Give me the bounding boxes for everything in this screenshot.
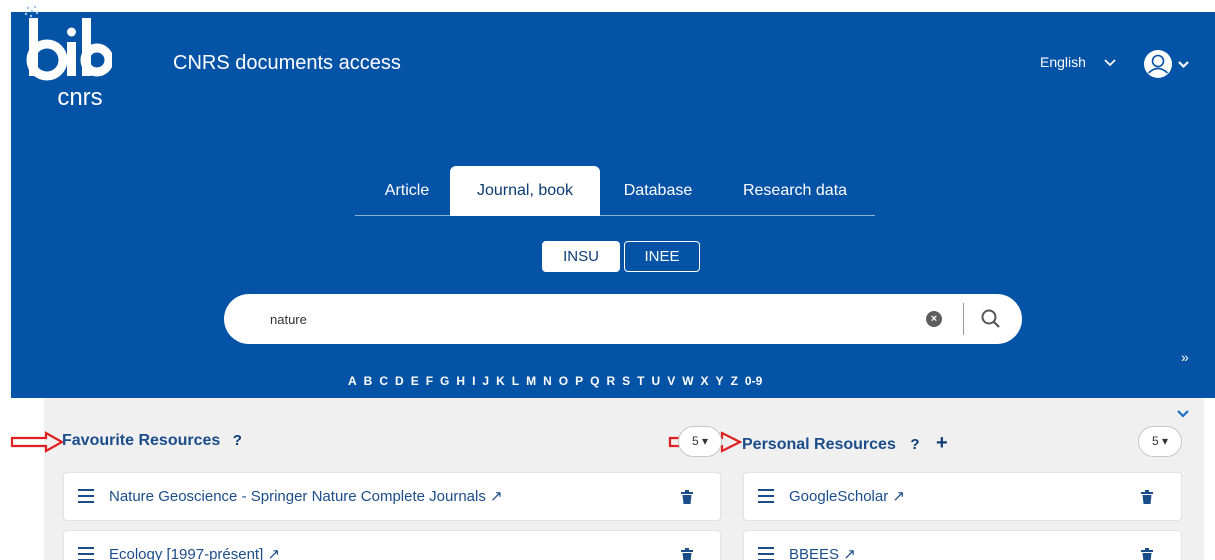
count-value: 5 — [691, 434, 699, 448]
resource-link[interactable]: Ecology [1997-présent] ↗ — [109, 545, 280, 560]
alphabet-letter[interactable]: T — [637, 374, 644, 388]
resource-link[interactable]: Nature Geoscience - Springer Nature Comp… — [109, 487, 503, 505]
favourite-resources-title: Favourite Resources ? — [62, 432, 242, 450]
alphabet-letter[interactable]: D — [395, 374, 404, 388]
resource-label: BBEES — [789, 546, 840, 560]
trash-icon[interactable] — [1141, 490, 1153, 504]
drag-handle-icon[interactable] — [758, 489, 774, 503]
tab-journal-book[interactable]: Journal, book — [450, 166, 600, 216]
external-link-icon: ↗ — [490, 488, 503, 505]
institute-insu-button[interactable]: INSU — [542, 241, 620, 272]
section-title-text: Personal Resources — [742, 436, 896, 453]
annotation-arrow-icon — [10, 431, 64, 453]
resource-label: Nature Geoscience - Springer Nature Comp… — [109, 488, 486, 505]
favourite-help-icon[interactable]: ? — [233, 432, 242, 449]
language-select[interactable]: English — [1040, 54, 1116, 70]
alphabet-letter[interactable]: A — [348, 374, 357, 388]
tab-article[interactable]: Article — [365, 166, 449, 216]
trash-icon[interactable] — [681, 548, 693, 560]
alphabet-letter[interactable]: V — [667, 374, 675, 388]
favourite-resource-card: Ecology [1997-présent] ↗ — [63, 530, 721, 560]
alphabet-letter[interactable]: K — [496, 374, 505, 388]
logo-subtitle: cnrs — [57, 84, 102, 111]
add-resource-icon[interactable]: + — [936, 432, 948, 454]
favourite-resource-card: Nature Geoscience - Springer Nature Comp… — [63, 472, 721, 521]
alphabet-letter[interactable]: N — [543, 374, 552, 388]
personal-resource-card: GoogleScholar ↗ — [743, 472, 1182, 521]
personal-count-select[interactable]: 5 ▾ — [1138, 426, 1182, 457]
favourite-count-select[interactable]: 5 ▾ — [678, 426, 722, 457]
trash-icon[interactable] — [1141, 548, 1153, 560]
search-input[interactable] — [270, 308, 910, 330]
institute-inee-button[interactable]: INEE — [624, 241, 700, 272]
alphabet-letter[interactable]: S — [622, 374, 630, 388]
alphabet-letter[interactable]: I — [472, 374, 475, 388]
alphabet-letter[interactable]: C — [379, 374, 388, 388]
external-link-icon: ↗ — [892, 488, 905, 505]
expand-panel-icon[interactable]: » — [1181, 349, 1189, 365]
personal-help-icon[interactable]: ? — [910, 436, 919, 453]
drag-handle-icon[interactable] — [78, 489, 94, 503]
clear-icon[interactable]: × — [926, 311, 942, 327]
trash-icon[interactable] — [681, 490, 693, 504]
alphabet-letter[interactable]: O — [559, 374, 568, 388]
alphabet-letter[interactable]: M — [526, 374, 536, 388]
resource-label: Ecology [1997-présent] — [109, 546, 264, 560]
chevron-down-icon — [1104, 54, 1116, 70]
alphabet-letter[interactable]: R — [606, 374, 615, 388]
user-circle-icon — [1144, 50, 1189, 78]
alphabet-letter[interactable]: U — [652, 374, 661, 388]
user-menu[interactable] — [1143, 49, 1195, 79]
alphabet-letter[interactable]: W — [682, 374, 693, 388]
alphabet-letter[interactable]: Z — [731, 374, 738, 388]
personal-resource-card: BBEES ↗ — [743, 530, 1182, 560]
tab-research-data[interactable]: Research data — [725, 166, 865, 216]
alphabet-index: A B C D E F G H I J K L M N O P Q R S T U V W X Y Z 0-9 — [348, 374, 769, 390]
alphabet-letter[interactable]: H — [456, 374, 465, 388]
alphabet-letter[interactable]: X — [701, 374, 709, 388]
chevron-down-icon[interactable] — [1176, 409, 1190, 419]
alphabet-letter[interactable]: G — [440, 374, 449, 388]
alphabet-letter[interactable]: L — [512, 374, 519, 388]
drag-handle-icon[interactable] — [758, 547, 774, 560]
alphabet-letter[interactable]: F — [426, 374, 433, 388]
alphabet-letter[interactable]: Q — [590, 374, 599, 388]
tab-database[interactable]: Database — [608, 166, 708, 216]
resource-link[interactable]: BBEES ↗ — [789, 545, 856, 560]
external-link-icon: ↗ — [267, 546, 281, 560]
drag-handle-icon[interactable] — [78, 547, 94, 560]
resource-link[interactable]: GoogleScholar ↗ — [789, 487, 905, 505]
alphabet-letter[interactable]: P — [575, 374, 583, 388]
app-title: CNRS documents access — [173, 52, 401, 74]
search-divider — [963, 303, 964, 335]
alphabet-letter[interactable]: B — [364, 374, 373, 388]
language-label: English — [1040, 54, 1086, 70]
bibcnrs-logo[interactable]: cnrs — [22, 4, 112, 114]
external-link-icon: ↗ — [843, 546, 856, 560]
search-type-tabs: Article Journal, book Database Research … — [355, 166, 875, 216]
section-title-text: Favourite Resources — [62, 432, 221, 449]
personal-resources-title: Personal Resources ? + — [742, 432, 948, 455]
search-icon[interactable] — [980, 308, 1002, 330]
alphabet-letter[interactable]: 0-9 — [745, 374, 762, 388]
alphabet-letter[interactable]: Y — [716, 374, 724, 388]
resource-label: GoogleScholar — [789, 488, 889, 505]
alphabet-letter[interactable]: J — [482, 374, 489, 388]
count-value: 5 — [1151, 434, 1159, 448]
search-bar: × — [224, 294, 1022, 344]
alphabet-letter[interactable]: E — [411, 374, 419, 388]
